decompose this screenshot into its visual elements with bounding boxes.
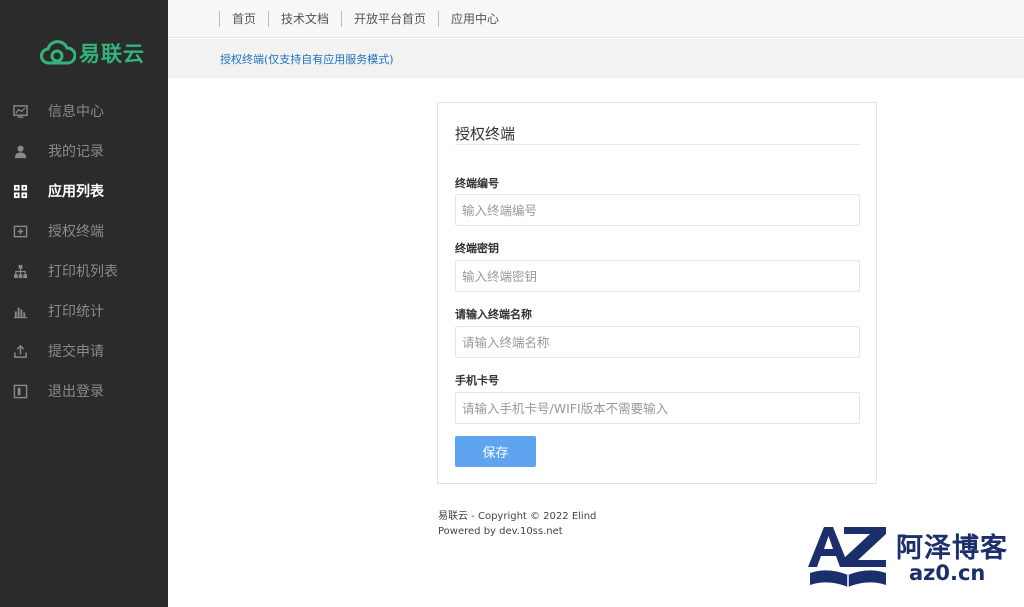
terminal-name-input[interactable] [455, 326, 860, 358]
upload-icon [12, 343, 28, 359]
top-link-home[interactable]: 首页 [219, 10, 268, 27]
plus-box-icon [12, 223, 28, 239]
sidebar-item-label: 提交申请 [48, 344, 104, 360]
sidebar-item-logout[interactable]: 退出登录 [0, 371, 168, 411]
logout-icon [12, 383, 28, 399]
watermark: 阿泽博客 az0.cn [806, 523, 1016, 593]
top-nav: 首页 技术文档 开放平台首页 应用中心 [168, 0, 1024, 38]
brand-name: 易联云 [79, 42, 145, 66]
sidebar-item-my-records[interactable]: 我的记录 [0, 131, 168, 171]
sitemap-icon [12, 263, 28, 279]
watermark-url: az0.cn [909, 561, 986, 585]
breadcrumb-bar: 授权终端(仅支持自有应用服务模式) [168, 39, 1024, 78]
brand-logo[interactable]: 易联云 [40, 38, 145, 68]
authorize-terminal-card: 授权终端 终端编号 终端密钥 请输入终端名称 手机卡号 保存 [437, 102, 877, 484]
sidebar-item-authorize-terminal[interactable]: 授权终端 [0, 211, 168, 251]
sidebar-item-label: 我的记录 [48, 144, 104, 160]
terminal-key-label: 终端密钥 [455, 242, 499, 255]
footer: 易联云 - Copyright © 2022 Elind Powered by … [438, 509, 596, 539]
sidebar-item-print-stats[interactable]: 打印统计 [0, 291, 168, 331]
sidebar-item-label: 退出登录 [48, 384, 104, 400]
sidebar-item-label: 信息中心 [48, 104, 104, 120]
watermark-title: 阿泽博客 [896, 533, 1008, 564]
sidebar-item-printer-list[interactable]: 打印机列表 [0, 251, 168, 291]
terminal-name-label: 请输入终端名称 [455, 308, 532, 321]
divider [455, 144, 860, 145]
terminal-id-input[interactable] [455, 194, 860, 226]
save-button[interactable]: 保存 [455, 436, 536, 467]
cloud-logo-icon [40, 40, 76, 65]
terminal-key-input[interactable] [455, 260, 860, 292]
sidebar-item-submit-application[interactable]: 提交申请 [0, 331, 168, 371]
sidebar-item-app-list[interactable]: 应用列表 [0, 171, 168, 211]
copyright-text: 易联云 - Copyright © 2022 Elind [438, 511, 597, 522]
sidebar-item-label: 授权终端 [48, 224, 104, 240]
sidebar-item-label: 应用列表 [48, 184, 104, 200]
sidebar-item-info-center[interactable]: 信息中心 [0, 91, 168, 131]
sidebar-nav: 信息中心 我的记录 应用列表 授权终端 打印机列表 打印统计 提交申请 退出登录 [0, 91, 168, 411]
top-link-app-center[interactable]: 应用中心 [438, 10, 511, 27]
sidebar-item-label: 打印机列表 [48, 264, 118, 280]
sim-number-label: 手机卡号 [455, 374, 499, 387]
breadcrumb[interactable]: 授权终端(仅支持自有应用服务模式) [220, 51, 394, 67]
sidebar: 易联云 信息中心 我的记录 应用列表 授权终端 打印机列表 打印统计 提交申请 … [0, 0, 168, 607]
az-logo-icon [808, 527, 886, 587]
grid-icon [12, 183, 28, 199]
top-link-docs[interactable]: 技术文档 [268, 10, 341, 27]
powered-by-text: Powered by dev.10ss.net [438, 526, 563, 537]
bar-chart-icon [12, 303, 28, 319]
sim-number-input[interactable] [455, 392, 860, 424]
sidebar-item-label: 打印统计 [48, 304, 104, 320]
dashboard-icon [12, 103, 28, 119]
top-link-open-platform[interactable]: 开放平台首页 [341, 10, 438, 27]
user-icon [12, 143, 28, 159]
terminal-id-label: 终端编号 [455, 177, 499, 190]
card-title: 授权终端 [455, 125, 516, 143]
